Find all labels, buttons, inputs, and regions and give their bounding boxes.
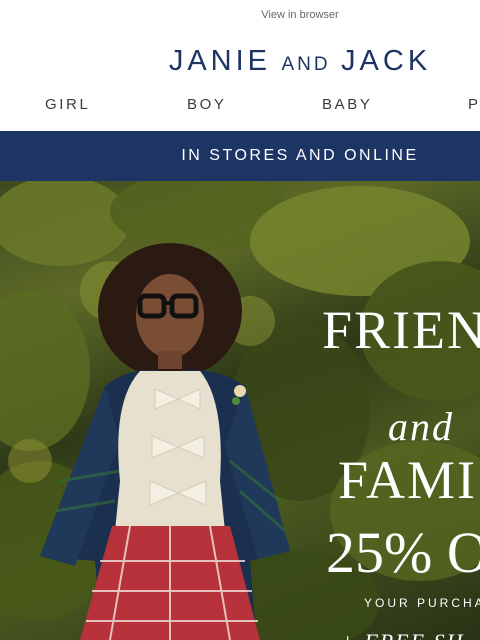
hero-headline-family: FAMI [338, 450, 478, 510]
category-nav: GIRL BOY BABY P [0, 96, 480, 116]
nav-item-baby[interactable]: BABY [322, 96, 372, 113]
hero-purchase-text: YOUR PURCHA [364, 596, 480, 610]
banner-text: IN STORES AND ONLINE [181, 147, 419, 164]
nav-item-girl[interactable]: GIRL [45, 96, 90, 113]
hero-free-shipping: + FREE SH [340, 629, 465, 640]
brand-word-and: AND [281, 54, 331, 75]
brand-word-janie: JANIE [168, 45, 271, 77]
brand-logo[interactable]: JANIE AND JACK [0, 45, 480, 78]
hero-discount: 25% O [326, 520, 480, 585]
brand-word-jack: JACK [341, 45, 432, 77]
hero-headline-friends: FRIEN [322, 300, 480, 360]
nav-item-boy[interactable]: BOY [187, 96, 226, 113]
nav-item-partial[interactable]: P [468, 96, 480, 113]
view-in-browser-link[interactable]: View in browser [0, 9, 480, 21]
hero-image[interactable]: FRIEN and FAMI 25% O YOUR PURCHA + FREE … [0, 181, 480, 640]
hero-headline-and: and [388, 404, 454, 449]
promo-banner[interactable]: IN STORES AND ONLINE [0, 131, 480, 181]
